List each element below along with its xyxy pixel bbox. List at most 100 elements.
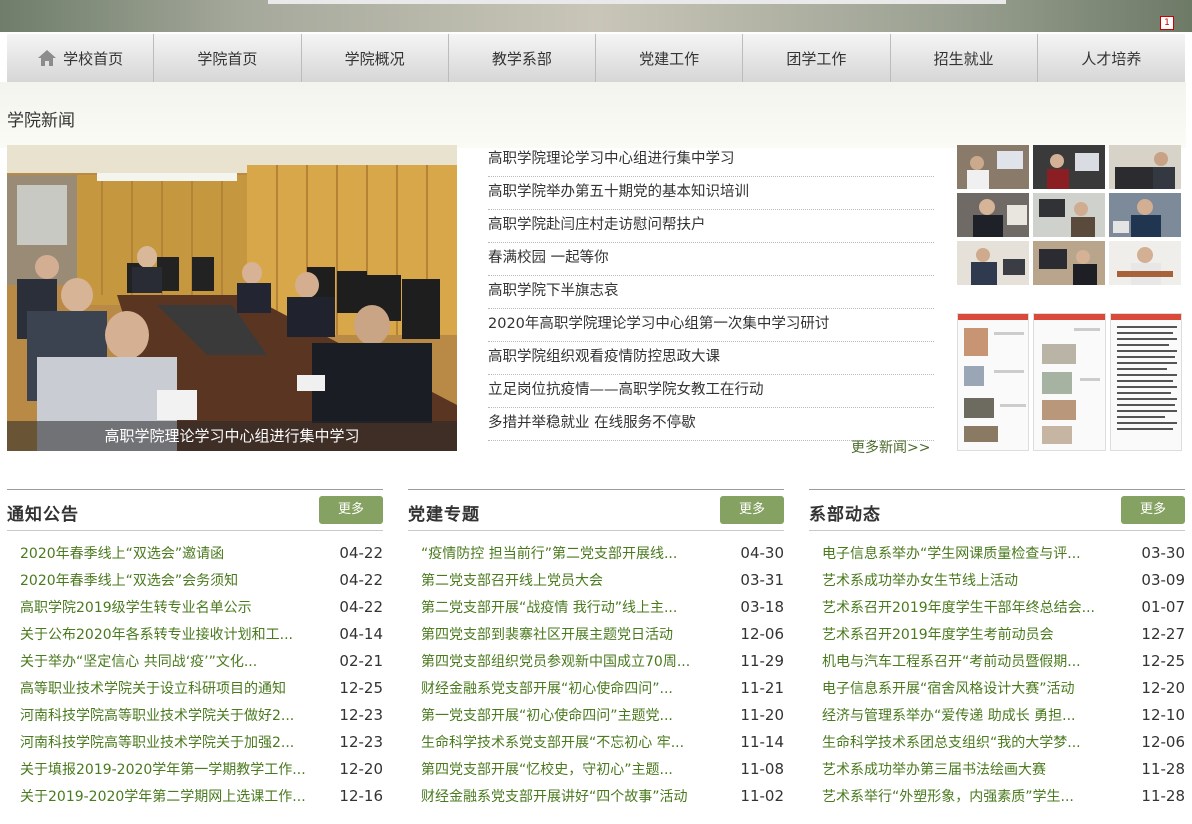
list-item[interactable]: 机电与汽车工程系召开“考前动员暨假期... 12-25 [809,647,1185,674]
thumbnail[interactable] [1109,145,1181,189]
thumbnail[interactable] [1109,193,1181,237]
column-title: 系部动态 [809,505,881,525]
list-item-date: 12-10 [1141,705,1185,724]
list-item-date: 11-29 [740,651,784,670]
news-item[interactable]: 高职学院赴闫庄村走访慰问帮扶户 [488,210,934,243]
screenshot-gallery [957,313,1182,451]
list-item[interactable]: 河南科技学院高等职业技术学院关于做好2... 12-23 [7,701,383,728]
featured-photo[interactable]: 高职学院理论学习中心组进行集中学习 [7,145,457,451]
list-item-title: 高等职业技术学院关于设立科研项目的通知 [20,680,286,697]
notice-list: 2020年春季线上“双选会”邀请函 04-22 2020年春季线上“双选会”会务须知… [7,539,383,809]
home-icon [38,50,57,66]
list-item[interactable]: 关于举办“坚定信心 共同战‘疫’”文化... 02-21 [7,647,383,674]
list-item[interactable]: 第一党支部开展“初心使命四问”主题党... 11-20 [408,701,784,728]
list-item-title: 2020年春季线上“双选会”邀请函 [20,545,225,562]
list-item[interactable]: 生命科学技术系党支部开展“不忘初心 牢... 11-14 [408,728,784,755]
list-item[interactable]: 第四党支部到裴寨社区开展主题党日活动 12-06 [408,620,784,647]
list-item[interactable]: 电子信息系开展“宿舍风格设计大赛”活动 12-20 [809,674,1185,701]
list-item[interactable]: “疫情防控 担当前行”第二党支部开展线... 04-30 [408,539,784,566]
list-item[interactable]: 关于填报2019-2020学年第一学期教学工作... 12-20 [7,755,383,782]
list-item-title: 电子信息系开展“宿舍风格设计大赛”活动 [822,680,1075,697]
list-item-date: 12-06 [1141,732,1185,751]
list-item-date: 11-14 [740,732,784,751]
nav-item-college-home[interactable]: 学院首页 [154,34,302,82]
list-item[interactable]: 艺术系召开2019年度学生干部年终总结会... 01-07 [809,593,1185,620]
list-item[interactable]: 关于公布2020年各系转专业接收计划和工... 04-14 [7,620,383,647]
list-item[interactable]: 财经金融系党支部开展讲好“四个故事”活动 11-02 [408,782,784,809]
phone-screenshot[interactable] [1033,313,1106,451]
list-item-title: 第一党支部开展“初心使命四问”主题党... [421,707,673,724]
list-item[interactable]: 关于2019-2020学年第二学期网上选课工作... 12-16 [7,782,383,809]
nav-label: 学校首页 [63,49,124,68]
list-item-title: 电子信息系举办“学生网课质量检查与评... [822,545,1081,562]
list-item-date: 03-18 [740,597,784,616]
thumbnail[interactable] [957,145,1029,189]
column-title: 通知公告 [7,505,79,525]
list-item[interactable]: 电子信息系举办“学生网课质量检查与评... 03-30 [809,539,1185,566]
phone-screenshot[interactable] [957,313,1030,451]
list-item-title: 高职学院2019级学生转专业名单公示 [20,599,252,616]
list-item[interactable]: 高等职业技术学院关于设立科研项目的通知 12-25 [7,674,383,701]
list-item[interactable]: 生命科学技术系团总支组织“我的大学梦... 12-06 [809,728,1185,755]
list-item-date: 12-20 [339,759,383,778]
list-item[interactable]: 高职学院2019级学生转专业名单公示 04-22 [7,593,383,620]
news-item[interactable]: 高职学院举办第五十期党的基本知识培训 [488,177,934,210]
column-header: 通知公告 更多 [7,489,383,531]
list-item[interactable]: 财经金融系党支部开展“初心使命四问”... 11-21 [408,674,784,701]
list-item[interactable]: 2020年春季线上“双选会”邀请函 04-22 [7,539,383,566]
thumbnail[interactable] [1033,193,1105,237]
more-news-link[interactable]: 更多新闻>> [851,437,930,457]
section-band [0,82,1186,148]
list-item-title: 关于2019-2020学年第二学期网上选课工作... [20,788,306,805]
banner-strip [268,0,1006,4]
list-item[interactable]: 2020年春季线上“双选会”会务须知 04-22 [7,566,383,593]
list-item[interactable]: 艺术系成功举办第三届书法绘画大赛 11-28 [809,755,1185,782]
party-column: 党建专题 更多 “疫情防控 担当前行”第二党支部开展线... 04-30 第二党支部… [408,489,784,809]
nav-item-youth[interactable]: 团学工作 [743,34,891,82]
list-item-date: 11-21 [740,678,784,697]
list-item-date: 03-31 [740,570,784,589]
notification-badge[interactable]: 1 [1160,16,1174,30]
thumbnail[interactable] [1109,241,1181,285]
more-button[interactable]: 更多 [720,496,784,524]
phone-screenshot[interactable] [1109,313,1182,451]
list-item[interactable]: 艺术系成功举办女生节线上活动 03-09 [809,566,1185,593]
nav-item-overview[interactable]: 学院概况 [302,34,449,82]
news-item[interactable]: 高职学院下半旗志哀 [488,276,934,309]
list-item[interactable]: 第四党支部开展“忆校史，守初心”主题... 11-08 [408,755,784,782]
list-item-title: 艺术系举行“外塑形象，内强素质”学生... [822,788,1074,805]
nav-item-departments[interactable]: 教学系部 [449,34,596,82]
list-item[interactable]: 河南科技学院高等职业技术学院关于加强2... 12-23 [7,728,383,755]
thumbnail[interactable] [957,193,1029,237]
thumbnail[interactable] [1033,241,1105,285]
list-item[interactable]: 第四党支部组织党员参观新中国成立70周... 11-29 [408,647,784,674]
list-item[interactable]: 第二党支部召开线上党员大会 03-31 [408,566,784,593]
more-button[interactable]: 更多 [1121,496,1185,524]
department-list: 电子信息系举办“学生网课质量检查与评... 03-30 艺术系成功举办女生节线上活动… [809,539,1185,809]
list-item-title: 关于举办“坚定信心 共同战‘疫’”文化... [20,653,258,670]
list-item[interactable]: 第二党支部开展“战疫情 我行动”线上主... 03-18 [408,593,784,620]
list-item[interactable]: 经济与管理系举办“爱传递 助成长 勇担... 12-10 [809,701,1185,728]
list-item-title: 财经金融系党支部开展“初心使命四问”... [421,680,673,697]
list-item-date: 11-28 [1141,786,1185,805]
thumbnail[interactable] [1033,145,1105,189]
news-item[interactable]: 春满校园 一起等你 [488,243,934,276]
nav-item-talent[interactable]: 人才培养 [1038,34,1185,82]
more-button[interactable]: 更多 [319,496,383,524]
list-item-title: 2020年春季线上“双选会”会务须知 [20,572,239,589]
thumbnail[interactable] [957,241,1029,285]
list-item-title: 第二党支部开展“战疫情 我行动”线上主... [421,599,678,616]
list-item-title: 艺术系成功举办第三届书法绘画大赛 [822,761,1046,778]
nav-item-party[interactable]: 党建工作 [596,34,744,82]
news-item[interactable]: 立足岗位抗疫情——高职学院女教工在行动 [488,375,934,408]
list-item-date: 12-25 [1141,651,1185,670]
list-item[interactable]: 艺术系召开2019年度学生考前动员会 12-27 [809,620,1185,647]
news-item[interactable]: 2020年高职学院理论学习中心组第一次集中学习研讨 [488,309,934,342]
news-item[interactable]: 高职学院组织观看疫情防控思政大课 [488,342,934,375]
list-item[interactable]: 艺术系举行“外塑形象，内强素质”学生... 11-28 [809,782,1185,809]
nav-item-school-home[interactable]: 学校首页 [7,34,155,82]
nav-item-admission[interactable]: 招生就业 [891,34,1038,82]
list-item-title: 关于填报2019-2020学年第一学期教学工作... [20,761,306,778]
photo-thumbnail-grid [957,145,1182,285]
news-item[interactable]: 高职学院理论学习中心组进行集中学习 [488,144,934,177]
